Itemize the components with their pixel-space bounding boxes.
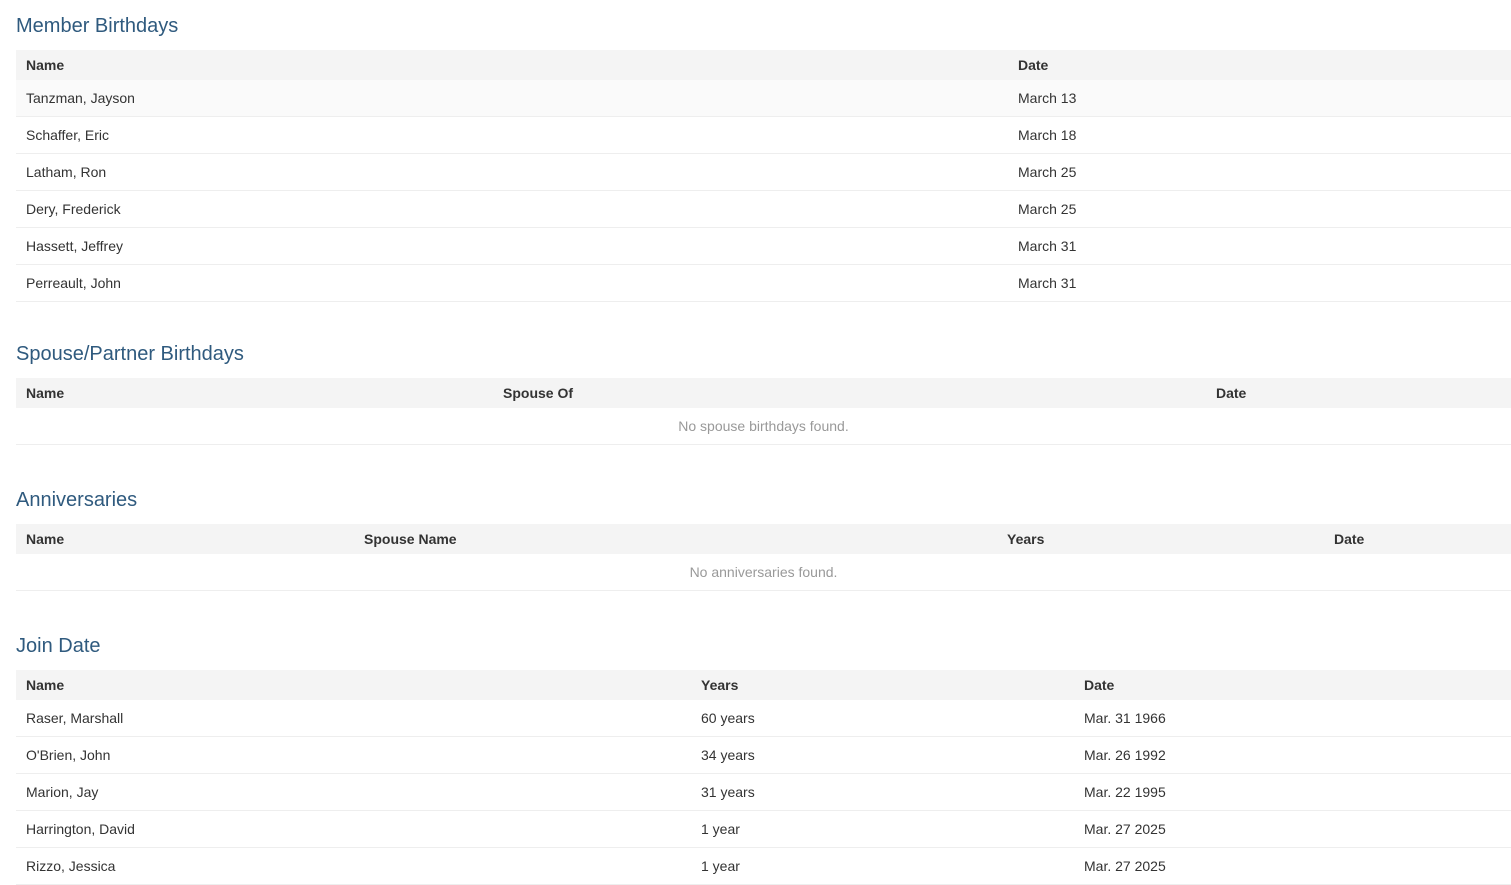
- join-date: Mar. 31 1966: [1074, 700, 1511, 737]
- join-date-table: Name Years Date Raser, Marshall 60 years…: [16, 670, 1511, 885]
- column-header-date: Date: [1216, 385, 1247, 401]
- anniversaries-table: Name Spouse Name Years Date No anniversa…: [16, 524, 1511, 591]
- table-header-row: Name Spouse Of Date: [16, 378, 1511, 408]
- table-row: Dery, Frederick March 25: [16, 190, 1511, 228]
- column-header-spouse-of: Spouse Of: [503, 385, 574, 401]
- column-header-name: Name: [26, 385, 65, 401]
- spouse-birthdays-section: Spouse/Partner Birthdays Name Spouse Of …: [16, 342, 1511, 445]
- table-header-row: Name Spouse Name Years Date: [16, 524, 1511, 554]
- membership-years: 34 years: [691, 736, 1074, 774]
- member-name: Harrington, David: [16, 810, 691, 848]
- table-row: Schaffer, Eric March 18: [16, 116, 1511, 154]
- table-row: Perreault, John March 31: [16, 264, 1511, 302]
- column-header-name: Name: [26, 531, 65, 547]
- join-date-section: Join Date Name Years Date Raser, Marshal…: [16, 634, 1511, 885]
- table-row: Rizzo, Jessica 1 year Mar. 27 2025: [16, 847, 1511, 885]
- member-name: O'Brien, John: [16, 736, 691, 774]
- birthday-date: March 31: [1008, 227, 1511, 265]
- anniversaries-section: Anniversaries Name Spouse Name Years Dat…: [16, 488, 1511, 591]
- column-header-name: Name: [26, 57, 65, 73]
- spouse-birthdays-title: Spouse/Partner Birthdays: [16, 343, 244, 365]
- birthday-date: March 25: [1008, 153, 1511, 191]
- column-header-date: Date: [1334, 531, 1365, 547]
- anniversaries-title: Anniversaries: [16, 489, 138, 511]
- membership-years: 1 year: [691, 810, 1074, 848]
- column-header-years: Years: [701, 677, 739, 693]
- empty-message: No anniversaries found.: [16, 554, 1511, 591]
- member-name: Marion, Jay: [16, 773, 691, 811]
- birthday-date: March 25: [1008, 190, 1511, 228]
- member-birthdays-table: Name Date Tanzman, Jayson March 13 Schaf…: [16, 50, 1511, 302]
- membership-years: 1 year: [691, 847, 1074, 885]
- column-header-years: Years: [1007, 531, 1045, 547]
- table-row: Latham, Ron March 25: [16, 153, 1511, 191]
- column-header-name: Name: [26, 677, 65, 693]
- join-date: Mar. 26 1992: [1074, 736, 1511, 774]
- join-date: Mar. 27 2025: [1074, 847, 1511, 885]
- empty-row: No anniversaries found.: [16, 554, 1511, 591]
- column-header-spouse-name: Spouse Name: [364, 531, 457, 547]
- table-row: Harrington, David 1 year Mar. 27 2025: [16, 810, 1511, 848]
- member-name: Dery, Frederick: [16, 190, 1008, 228]
- join-date: Mar. 22 1995: [1074, 773, 1511, 811]
- table-row: Marion, Jay 31 years Mar. 22 1995: [16, 773, 1511, 811]
- table-row: Raser, Marshall 60 years Mar. 31 1966: [16, 700, 1511, 737]
- membership-years: 60 years: [691, 700, 1074, 737]
- table-row: Tanzman, Jayson March 13: [16, 80, 1511, 117]
- join-date-title: Join Date: [16, 635, 101, 657]
- member-name: Rizzo, Jessica: [16, 847, 691, 885]
- join-date: Mar. 27 2025: [1074, 810, 1511, 848]
- member-name: Raser, Marshall: [16, 700, 691, 737]
- birthday-date: March 31: [1008, 264, 1511, 302]
- birthday-date: March 18: [1008, 116, 1511, 154]
- column-header-date: Date: [1084, 677, 1115, 693]
- member-birthdays-section: Member Birthdays Name Date Tanzman, Jays…: [16, 14, 1511, 302]
- member-name: Hassett, Jeffrey: [16, 227, 1008, 265]
- member-name: Schaffer, Eric: [16, 116, 1008, 154]
- spouse-birthdays-table: Name Spouse Of Date No spouse birthdays …: [16, 378, 1511, 445]
- table-row: O'Brien, John 34 years Mar. 26 1992: [16, 736, 1511, 774]
- empty-message: No spouse birthdays found.: [16, 408, 1511, 445]
- table-header-row: Name Date: [16, 50, 1511, 80]
- table-header-row: Name Years Date: [16, 670, 1511, 700]
- member-name: Tanzman, Jayson: [16, 80, 1008, 117]
- empty-row: No spouse birthdays found.: [16, 408, 1511, 445]
- member-name: Latham, Ron: [16, 153, 1008, 191]
- column-header-date: Date: [1018, 57, 1049, 73]
- table-row: Hassett, Jeffrey March 31: [16, 227, 1511, 265]
- birthday-date: March 13: [1008, 80, 1511, 117]
- member-birthdays-title: Member Birthdays: [16, 15, 179, 37]
- member-name: Perreault, John: [16, 264, 1008, 302]
- membership-years: 31 years: [691, 773, 1074, 811]
